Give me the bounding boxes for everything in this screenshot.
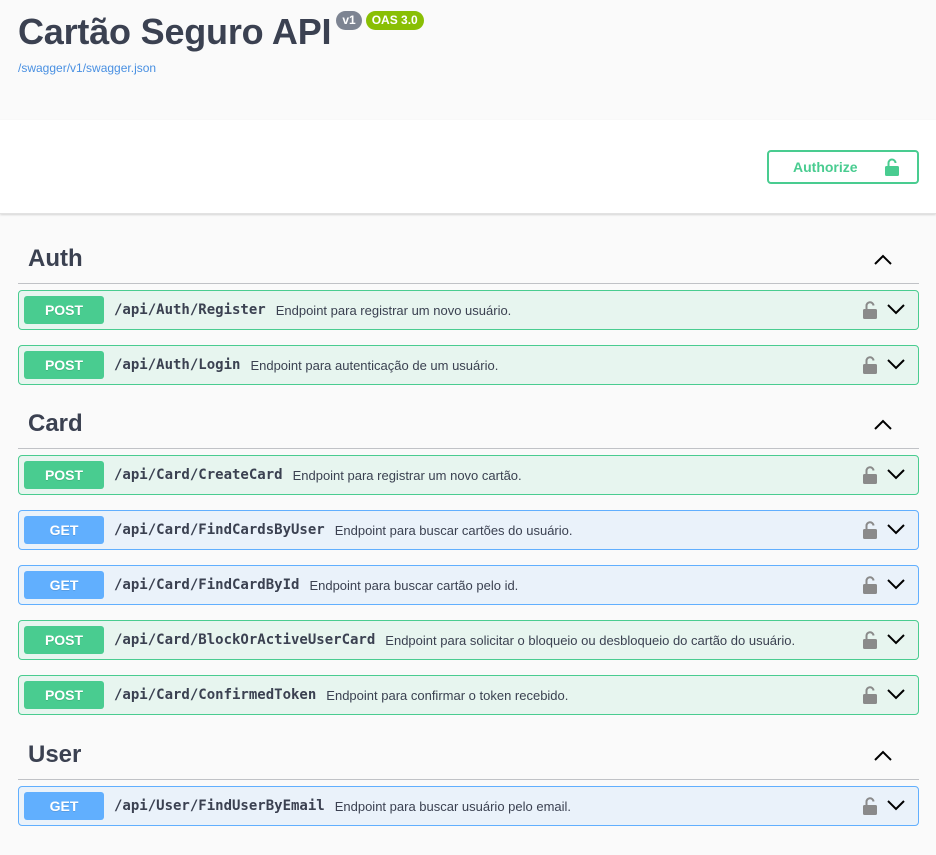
chevron-up-icon[interactable]: [873, 253, 893, 272]
operation-summary: Endpoint para buscar usuário pelo email.: [334, 798, 572, 814]
chevron-down-icon[interactable]: [886, 577, 906, 596]
authorize-button[interactable]: Authorize: [767, 150, 919, 184]
operation-path: /api/Card/FindCardsByUser: [114, 522, 325, 538]
title-row: Cartão Seguro API v1 OAS 3.0: [18, 10, 918, 54]
oas-badge: OAS 3.0: [365, 11, 424, 30]
operation-summary: Endpoint para solicitar o bloqueio ou de…: [385, 632, 796, 648]
api-info: Cartão Seguro API v1 OAS 3.0 /swagger/v1…: [0, 0, 936, 120]
operation-post-login[interactable]: POST/api/Auth/Login Endpoint para autenti…: [18, 345, 919, 385]
http-method-badge: POST: [24, 351, 104, 379]
chevron-down-icon[interactable]: [886, 467, 906, 486]
tag-header-card[interactable]: Card: [18, 399, 919, 449]
lock-icon[interactable]: [863, 686, 877, 709]
chevron-down-icon[interactable]: [886, 357, 906, 376]
tag-name: User: [28, 740, 82, 768]
tag-section-user: User GET/api/User/FindUserByEmail Endpoint…: [18, 730, 919, 841]
operation-post-register[interactable]: POST/api/Auth/Register Endpoint para regi…: [18, 290, 919, 330]
unlocked-padlock-icon: [885, 158, 899, 176]
operation-post-createcard[interactable]: POST/api/Card/CreateCard Endpoint para re…: [18, 455, 919, 495]
chevron-down-icon[interactable]: [886, 522, 906, 541]
operation-summary: Endpoint para autenticação de um usuário…: [250, 357, 499, 373]
http-method-badge: GET: [24, 516, 104, 544]
operation-post-confirmedtoken[interactable]: POST/api/Card/ConfirmedToken Endpoint par…: [18, 675, 919, 715]
operation-summary: Endpoint para confirmar o token recebido…: [326, 687, 569, 703]
operation-summary: Endpoint para buscar cartão pelo id.: [309, 577, 519, 593]
http-method-badge: POST: [24, 296, 104, 324]
chevron-up-icon[interactable]: [873, 418, 893, 437]
lock-icon[interactable]: [863, 301, 877, 324]
operation-get-findcardsbyuser[interactable]: GET/api/Card/FindCardsByUser Endpoint par…: [18, 510, 919, 550]
lock-icon[interactable]: [863, 521, 877, 544]
operation-get-finduserbyemail[interactable]: GET/api/User/FindUserByEmail Endpoint par…: [18, 786, 919, 826]
version-badge: v1: [336, 11, 362, 30]
operation-get-findcardbyid[interactable]: GET/api/Card/FindCardById Endpoint para b…: [18, 565, 919, 605]
operation-path: /api/User/FindUserByEmail: [114, 798, 325, 814]
lock-icon[interactable]: [863, 356, 877, 379]
lock-icon[interactable]: [863, 466, 877, 489]
operation-path: /api/Card/BlockOrActiveUserCard: [114, 632, 376, 648]
http-method-badge: POST: [24, 626, 104, 654]
scheme-container: Authorize: [0, 120, 936, 214]
spec-json-link[interactable]: /swagger/v1/swagger.json: [18, 61, 918, 75]
chevron-down-icon[interactable]: [886, 798, 906, 817]
operation-path: /api/Card/FindCardById: [114, 577, 300, 593]
lock-icon[interactable]: [863, 631, 877, 654]
tag-header-user[interactable]: User: [18, 730, 919, 780]
operation-summary: Endpoint para buscar cartões do usuário.: [334, 522, 573, 538]
tag-name: Auth: [28, 244, 83, 272]
operation-post-blockoractiveusercard[interactable]: POST/api/Card/BlockOrActiveUserCard Endpo…: [18, 620, 919, 660]
http-method-badge: GET: [24, 792, 104, 820]
chevron-down-icon[interactable]: [886, 687, 906, 706]
chevron-down-icon[interactable]: [886, 632, 906, 651]
operation-path: /api/Auth/Login: [114, 357, 241, 373]
authorize-label: Authorize: [793, 159, 858, 175]
operation-path: /api/Auth/Register: [114, 302, 266, 318]
tag-section-card: Card POST/api/Card/CreateCard Endpoint par…: [18, 399, 919, 730]
lock-icon[interactable]: [863, 797, 877, 820]
chevron-down-icon[interactable]: [886, 302, 906, 321]
operation-path: /api/Card/ConfirmedToken: [114, 687, 317, 703]
tag-section-auth: Auth POST/api/Auth/Register Endpoint para …: [18, 234, 919, 400]
http-method-badge: POST: [24, 681, 104, 709]
operation-path: /api/Card/CreateCard: [114, 467, 283, 483]
api-title: Cartão Seguro API: [18, 11, 332, 52]
lock-icon[interactable]: [863, 576, 877, 599]
tag-name: Card: [28, 409, 83, 437]
operation-summary: Endpoint para registrar um novo cartão.: [292, 467, 522, 483]
http-method-badge: GET: [24, 571, 104, 599]
operation-summary: Endpoint para registrar um novo usuário.: [275, 302, 512, 318]
http-method-badge: POST: [24, 461, 104, 489]
chevron-up-icon[interactable]: [873, 749, 893, 768]
tag-header-auth[interactable]: Auth: [18, 234, 919, 284]
